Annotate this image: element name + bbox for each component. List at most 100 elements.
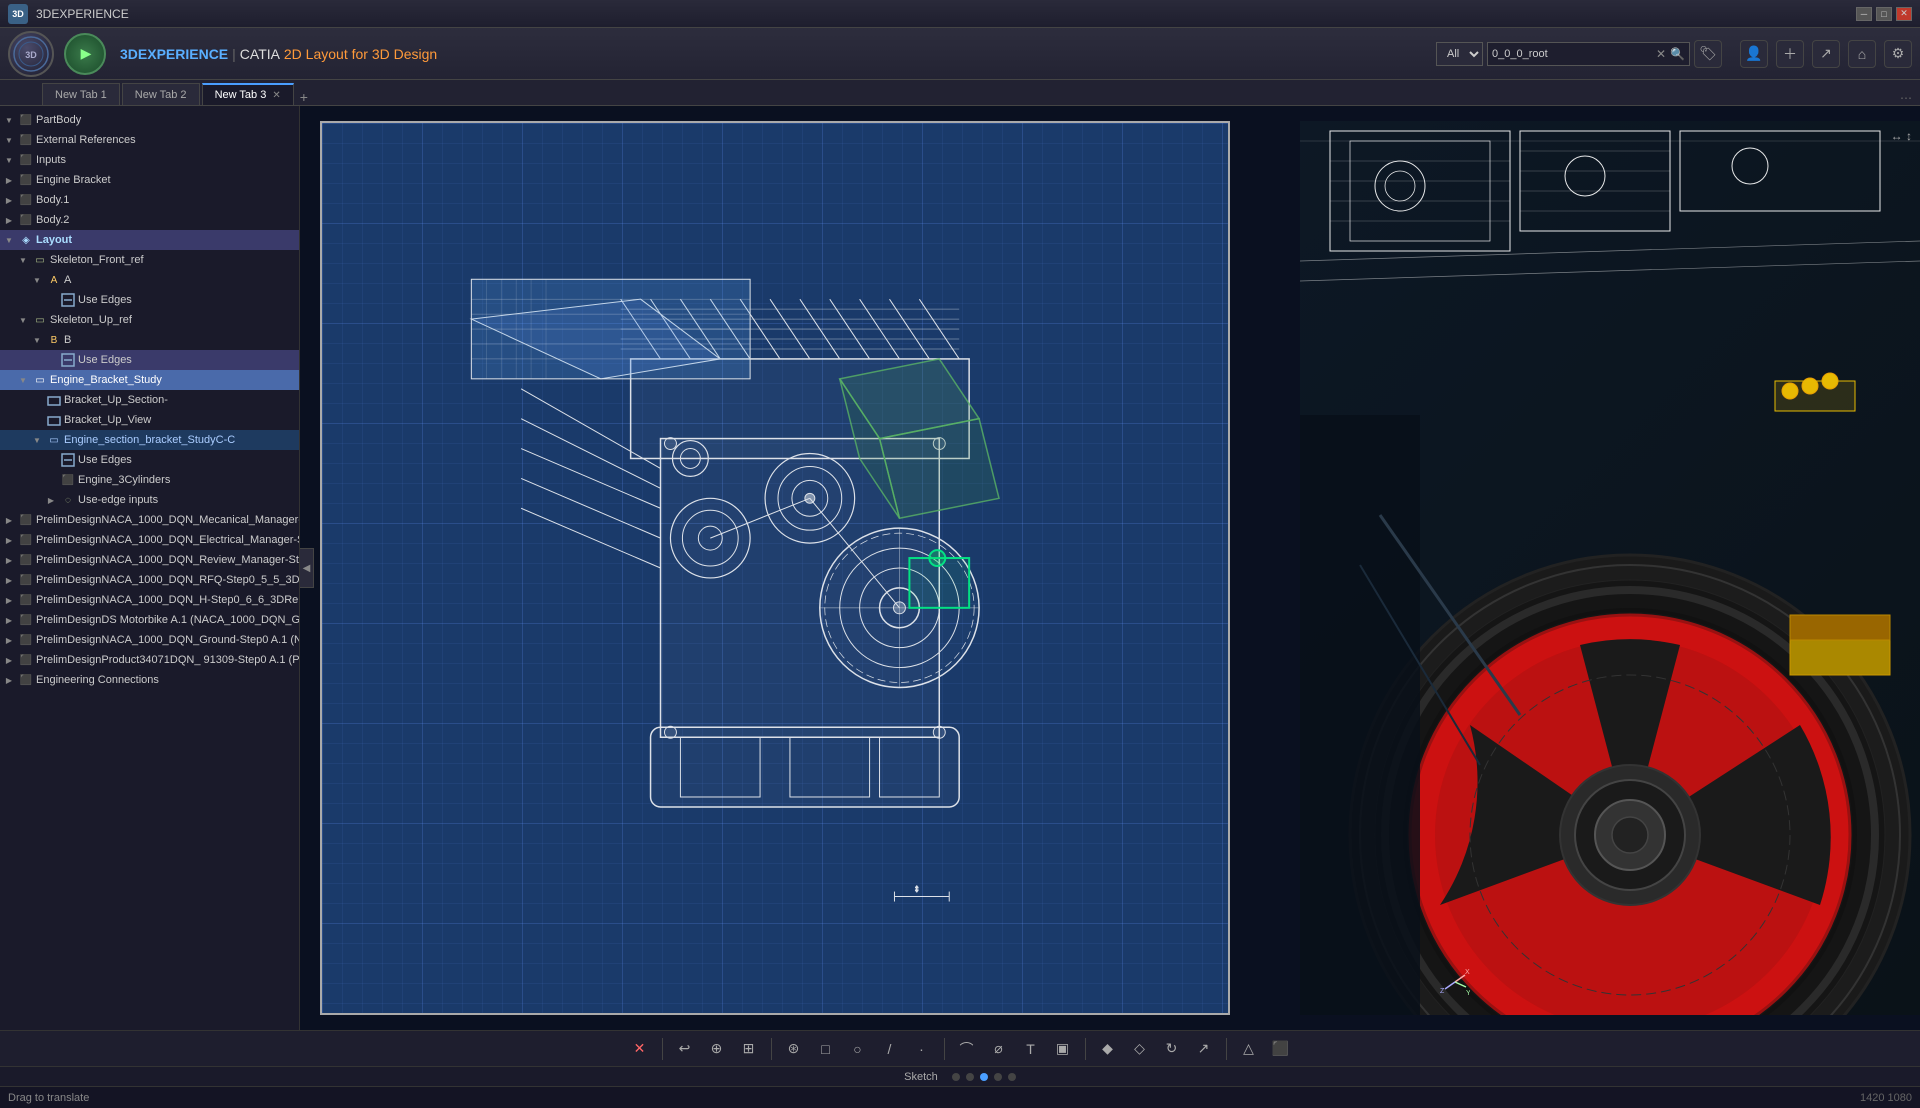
expand-engine-section-bracket[interactable]: ▼ [30, 433, 44, 447]
tree-item-engine-bracket[interactable]: ▶ ⬛ Engine Bracket [0, 170, 299, 190]
settings-icon[interactable]: ⚙ [1884, 40, 1912, 68]
tree-item-prelim-7[interactable]: ▶ ⬛ PrelimDesignNACA_1000_DQN_Ground-Ste… [0, 630, 299, 650]
maximize-button[interactable]: □ [1876, 7, 1892, 21]
expand-skeleton-up[interactable]: ▼ [16, 313, 30, 327]
expand-engine-bracket[interactable]: ▶ [2, 173, 16, 187]
escape-tool[interactable]: ✕ [626, 1035, 654, 1063]
tree-item-inputs[interactable]: ▼ ⬛ Inputs [0, 150, 299, 170]
point-tool[interactable]: ⊛ [780, 1035, 808, 1063]
tree-item-bracket-up-view[interactable]: ▶ Bracket_Up_View [0, 410, 299, 430]
tab-new-tab-2[interactable]: New Tab 2 [122, 83, 200, 105]
tree-item-engineering-connections[interactable]: ▶ ⬛ Engineering Connections [0, 670, 299, 690]
tree-item-engine-3cylinders[interactable]: ▶ ⬛ Engine_3Cylinders [0, 470, 299, 490]
tree-item-body2[interactable]: ▶ ⬛ Body.2 [0, 210, 299, 230]
expand-prelim-3[interactable]: ▶ [2, 553, 16, 567]
expand-prelim-4[interactable]: ▶ [2, 573, 16, 587]
search-input[interactable] [1492, 48, 1652, 60]
user-icon[interactable]: 👤 [1740, 40, 1768, 68]
tree-item-engine-section-bracket[interactable]: ▼ ▭ Engine_section_bracket_StudyC-C [0, 430, 299, 450]
expand-engineering-connections[interactable]: ▶ [2, 673, 16, 687]
page-dot-2[interactable] [966, 1073, 974, 1081]
tab-add-button[interactable]: + [300, 89, 308, 105]
sketch-tool[interactable]: ⊞ [735, 1035, 763, 1063]
tree-item-skeleton-up[interactable]: ▼ ▭ Skeleton_Up_ref [0, 310, 299, 330]
expand-use-edge-inputs[interactable]: ▶ [44, 493, 58, 507]
arc-tool[interactable]: ⌒ [953, 1035, 981, 1063]
constrain-tool[interactable]: ◆ [1094, 1035, 1122, 1063]
collapse-sidebar-arrow[interactable]: ◀ [300, 548, 314, 588]
minimize-button[interactable]: ─ [1856, 7, 1872, 21]
expand-body1[interactable]: ▶ [2, 193, 16, 207]
spline-tool[interactable]: ⌀ [985, 1035, 1013, 1063]
expand-b[interactable]: ▼ [30, 333, 44, 347]
page-dot-1[interactable] [952, 1073, 960, 1081]
expand-prelim-5[interactable]: ▶ [2, 593, 16, 607]
expand-body2[interactable]: ▶ [2, 213, 16, 227]
tree-item-prelim-2[interactable]: ▶ ⬛ PrelimDesignNACA_1000_DQN_Electrical… [0, 530, 299, 550]
tab-new-tab-1[interactable]: New Tab 1 [42, 83, 120, 105]
tree-item-prelim-6[interactable]: ▶ ⬛ PrelimDesignDS Motorbike A.1 (NACA_1… [0, 610, 299, 630]
share-icon[interactable]: ↗ [1812, 40, 1840, 68]
select-tool[interactable]: ↩ [671, 1035, 699, 1063]
page-dot-4[interactable] [994, 1073, 1002, 1081]
expand-prelim-7[interactable]: ▶ [2, 633, 16, 647]
tab-close-icon[interactable]: ✕ [272, 90, 280, 101]
viewport-expand-icon[interactable]: ↔ ↕ [1891, 129, 1912, 143]
circle-tool[interactable]: ○ [844, 1035, 872, 1063]
text-tool[interactable]: T [1017, 1035, 1045, 1063]
tab-expand-icon[interactable]: ⋯ [1900, 91, 1912, 105]
tree-item-prelim-1[interactable]: ▶ ⬛ PrelimDesignNACA_1000_DQN_Mecanical_… [0, 510, 299, 530]
line-tool[interactable]: / [876, 1035, 904, 1063]
expand-prelim-1[interactable]: ▶ [2, 513, 16, 527]
expand-layout[interactable]: ▼ [2, 233, 16, 247]
tree-item-bracket-up-section[interactable]: ▶ Bracket_Up_Section- [0, 390, 299, 410]
expand-partbody[interactable]: ▼ [2, 113, 16, 127]
tree-item-prelim-8[interactable]: ▶ ⬛ PrelimDesignProduct34071DQN_ 91309-S… [0, 650, 299, 670]
expand-engine-bracket-study[interactable]: ▼ [16, 373, 30, 387]
tree-item-prelim-4[interactable]: ▶ ⬛ PrelimDesignNACA_1000_DQN_RFQ-Step0_… [0, 570, 299, 590]
dimension-tool[interactable]: ▣ [1049, 1035, 1077, 1063]
expand-a[interactable]: ▼ [30, 273, 44, 287]
add-icon[interactable]: ＋ [1776, 40, 1804, 68]
expand-prelim-2[interactable]: ▶ [2, 533, 16, 547]
expand-ext-refs[interactable]: ▼ [2, 133, 16, 147]
tree-item-layout[interactable]: ▼ ◈ Layout [0, 230, 299, 250]
tree-item-engine-bracket-study[interactable]: ▼ ▭ Engine_Bracket_Study [0, 370, 299, 390]
tree-item-prelim-5[interactable]: ▶ ⬛ PrelimDesignNACA_1000_DQN_H-Step0_6_… [0, 590, 299, 610]
tree-item-external-references[interactable]: ▼ ⬛ External References [0, 130, 299, 150]
main-area: ▼ ⬛ PartBody ▼ ⬛ External References ▼ ⬛… [0, 106, 1920, 1030]
rect-tool[interactable]: □ [812, 1035, 840, 1063]
tree-item-b[interactable]: ▼ B B [0, 330, 299, 350]
tree-item-skeleton-front[interactable]: ▼ ▭ Skeleton_Front_ref [0, 250, 299, 270]
trim-tool[interactable]: ↻ [1158, 1035, 1186, 1063]
copy-tool[interactable]: ⊕ [703, 1035, 731, 1063]
tree-item-use-edges-engine[interactable]: ▶ Use Edges [0, 450, 299, 470]
dot-tool[interactable]: · [908, 1035, 936, 1063]
tree-item-body1[interactable]: ▶ ⬛ Body.1 [0, 190, 299, 210]
tree-item-use-edges-a[interactable]: ▶ Use Edges [0, 290, 299, 310]
home-icon[interactable]: ⌂ [1848, 40, 1876, 68]
fillet-tool[interactable]: △ [1235, 1035, 1263, 1063]
canvas-area[interactable]: ◀ [300, 106, 1920, 1030]
expand-inputs[interactable]: ▼ [2, 153, 16, 167]
tree-item-prelim-3[interactable]: ▶ ⬛ PrelimDesignNACA_1000_DQN_Review_Man… [0, 550, 299, 570]
extend-tool[interactable]: ↗ [1190, 1035, 1218, 1063]
tab-new-tab-3[interactable]: New Tab 3 ✕ [202, 83, 294, 105]
page-dot-5[interactable] [1008, 1073, 1016, 1081]
page-dot-3-active[interactable] [980, 1073, 988, 1081]
expand-prelim-6[interactable]: ▶ [2, 613, 16, 627]
tree-item-use-edge-inputs[interactable]: ▶ ◌ Use-edge inputs [0, 490, 299, 510]
close-button[interactable]: ✕ [1896, 7, 1912, 21]
tree-item-partbody[interactable]: ▼ ⬛ PartBody [0, 110, 299, 130]
search-clear-icon[interactable]: ✕ [1656, 47, 1666, 61]
tree-item-a[interactable]: ▼ A A [0, 270, 299, 290]
search-scope-dropdown[interactable]: All [1436, 42, 1483, 66]
expand-skeleton-front[interactable]: ▼ [16, 253, 30, 267]
tag-button[interactable]: 🏷 [1694, 40, 1722, 68]
erase-tool[interactable]: ◇ [1126, 1035, 1154, 1063]
tree-item-use-edges-b[interactable]: ▶ Use Edges [0, 350, 299, 370]
pattern-tool[interactable]: ⬛ [1267, 1035, 1295, 1063]
expand-prelim-8[interactable]: ▶ [2, 653, 16, 667]
play-button[interactable] [64, 33, 106, 75]
search-icon[interactable]: 🔍 [1670, 47, 1685, 61]
